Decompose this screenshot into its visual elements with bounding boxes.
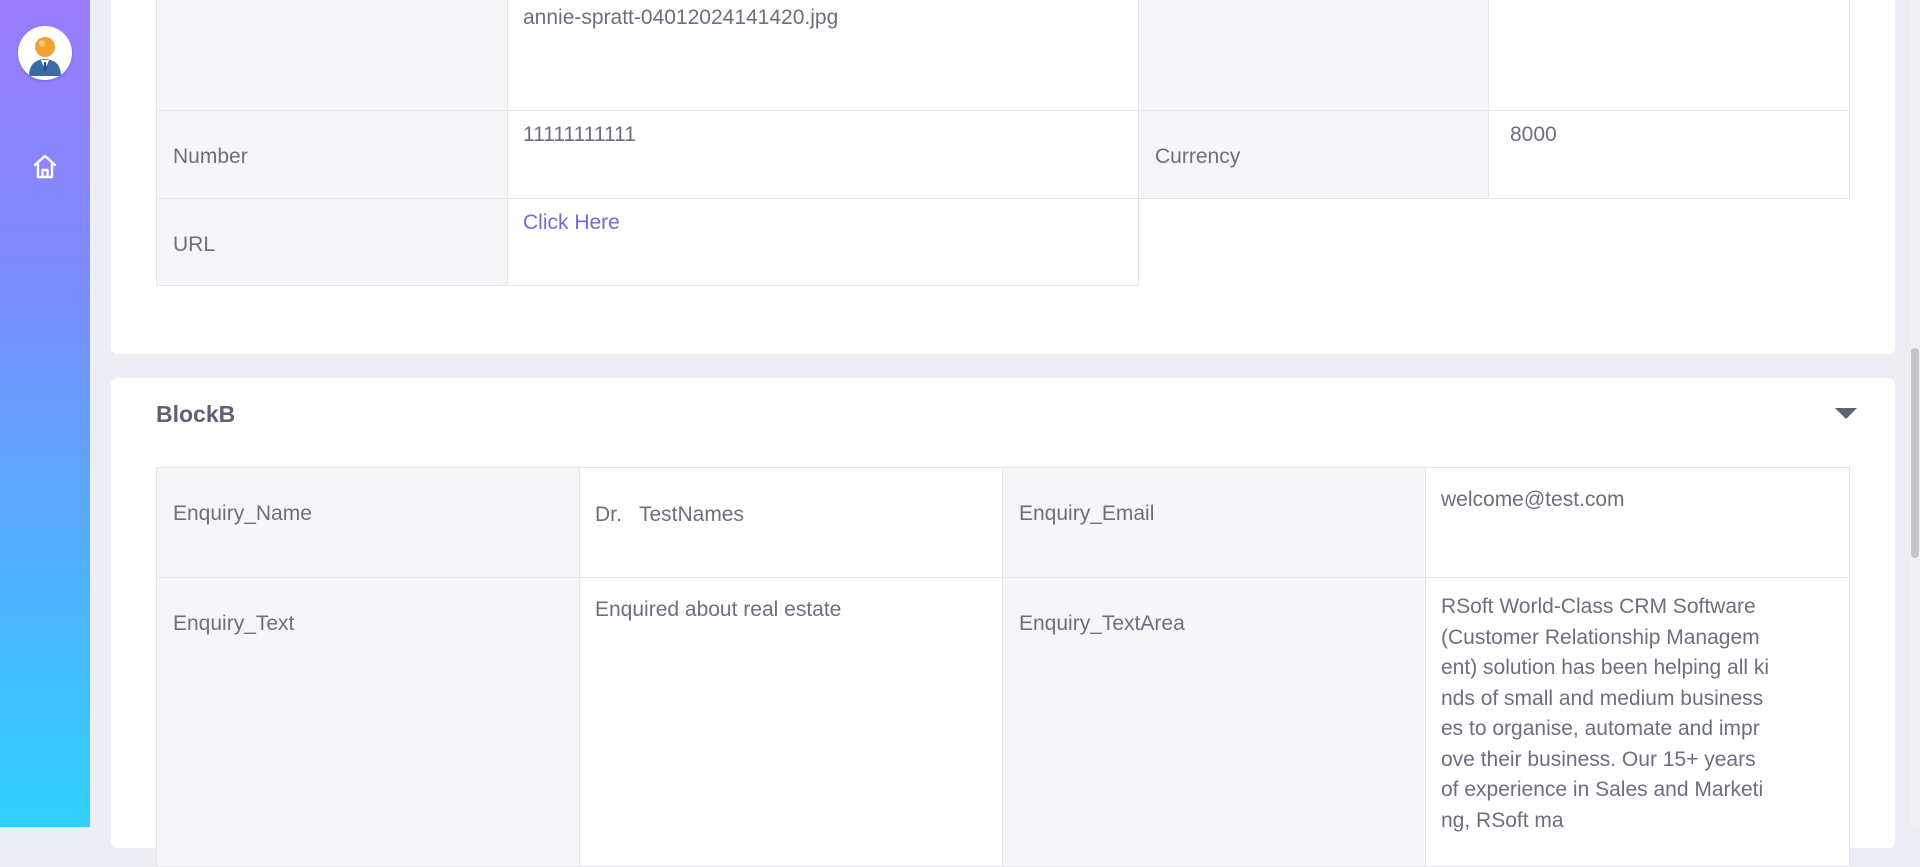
field-value-cell: annie-spratt-04012024141420.jpg xyxy=(507,0,1139,111)
currency-label-cell: Currency xyxy=(1138,110,1489,199)
caret-down-icon[interactable] xyxy=(1835,408,1857,419)
page-scrollbar[interactable] xyxy=(1910,0,1920,827)
currency-value-cell: 8000 xyxy=(1488,110,1850,199)
enquiry-text-value-cell: Enquired about real estate xyxy=(579,577,1003,867)
home-icon[interactable] xyxy=(31,153,59,181)
enquiry-name-value-cell: Dr. TestNames xyxy=(579,467,1003,578)
field-value-cell xyxy=(1488,0,1850,111)
file-name-value[interactable]: annie-spratt-04012024141420.jpg xyxy=(523,6,838,30)
enquiry-textarea-label: Enquiry_TextArea xyxy=(1019,612,1185,635)
block-a-card: annie-spratt-04012024141420.jpg Number 1… xyxy=(111,0,1895,354)
sidebar xyxy=(0,0,90,827)
currency-label: Currency xyxy=(1155,145,1241,168)
enquiry-email-label-cell: Enquiry_Email xyxy=(1002,467,1426,578)
number-label-cell: Number xyxy=(156,110,508,199)
enquiry-textarea-value-cell: RSoft World-Class CRM Software (Customer… xyxy=(1425,577,1850,867)
enquiry-textarea-value: RSoft World-Class CRM Software (Customer… xyxy=(1441,595,1770,832)
enquiry-text-value: Enquired about real estate xyxy=(595,598,842,621)
enquiry-text-label: Enquiry_Text xyxy=(173,612,295,635)
field-label-cell xyxy=(1138,0,1489,111)
main-content: annie-spratt-04012024141420.jpg Number 1… xyxy=(90,0,1910,867)
enquiry-name-label: Enquiry_Name xyxy=(173,502,312,525)
enquiry-email-label: Enquiry_Email xyxy=(1019,502,1155,525)
enquiry-name-label-cell: Enquiry_Name xyxy=(156,467,580,578)
number-value-cell: 11111111111 xyxy=(507,110,1139,199)
block-title: BlockB xyxy=(156,401,236,427)
user-avatar-icon[interactable] xyxy=(18,26,72,80)
enquiry-email-value-cell: welcome@test.com xyxy=(1425,467,1850,578)
enquiry-text-label-cell: Enquiry_Text xyxy=(156,577,580,867)
currency-value: 8000 xyxy=(1510,123,1557,146)
number-label: Number xyxy=(173,145,248,168)
url-label-cell: URL xyxy=(156,198,508,286)
url-value-cell: Click Here xyxy=(507,198,1139,286)
scrollbar-thumb[interactable] xyxy=(1911,348,1919,558)
field-label-cell xyxy=(156,0,508,111)
enquiry-email-value: welcome@test.com xyxy=(1441,488,1625,511)
number-value: 11111111111 xyxy=(523,123,636,146)
block-b-card: BlockB Enquiry_Name Dr. TestNames Enquir… xyxy=(111,378,1895,867)
click-here-link[interactable]: Click Here xyxy=(523,211,620,235)
enquiry-name-value: Dr. TestNames xyxy=(595,503,744,526)
url-label: URL xyxy=(173,233,216,256)
enquiry-textarea-label-cell: Enquiry_TextArea xyxy=(1002,577,1426,867)
